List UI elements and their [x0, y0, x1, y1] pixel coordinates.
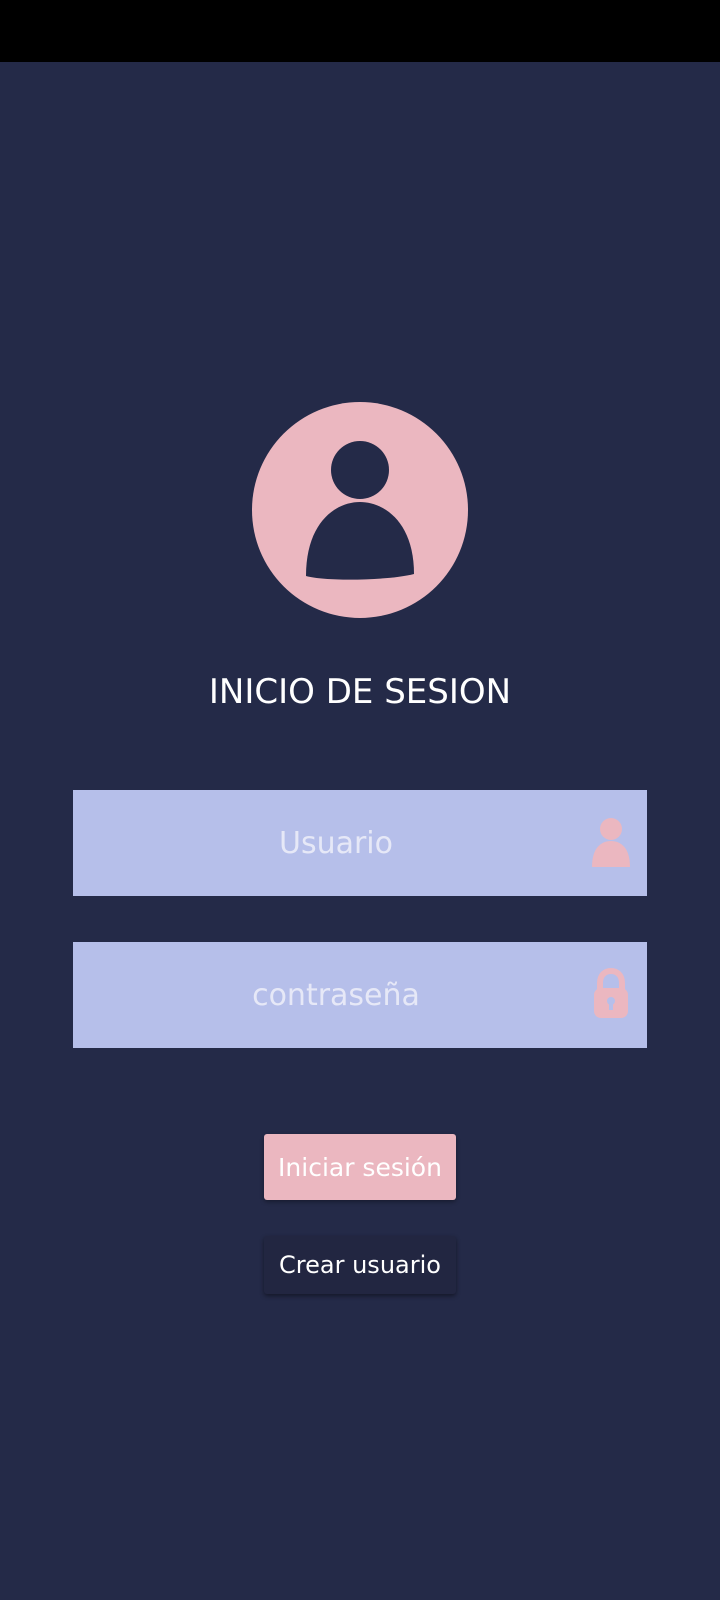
password-field[interactable]: [49, 942, 647, 1048]
person-icon: [591, 816, 631, 868]
password-input[interactable]: [49, 942, 623, 1048]
status-bar: [0, 0, 720, 62]
username-input[interactable]: [49, 790, 623, 896]
create-user-button[interactable]: Crear usuario: [264, 1236, 456, 1294]
page-title: INICIO DE SESION: [208, 672, 512, 712]
user-avatar-icon: [252, 402, 468, 618]
username-field[interactable]: [49, 790, 647, 896]
login-button[interactable]: Iniciar sesión: [264, 1134, 456, 1200]
lock-icon: [591, 968, 631, 1020]
